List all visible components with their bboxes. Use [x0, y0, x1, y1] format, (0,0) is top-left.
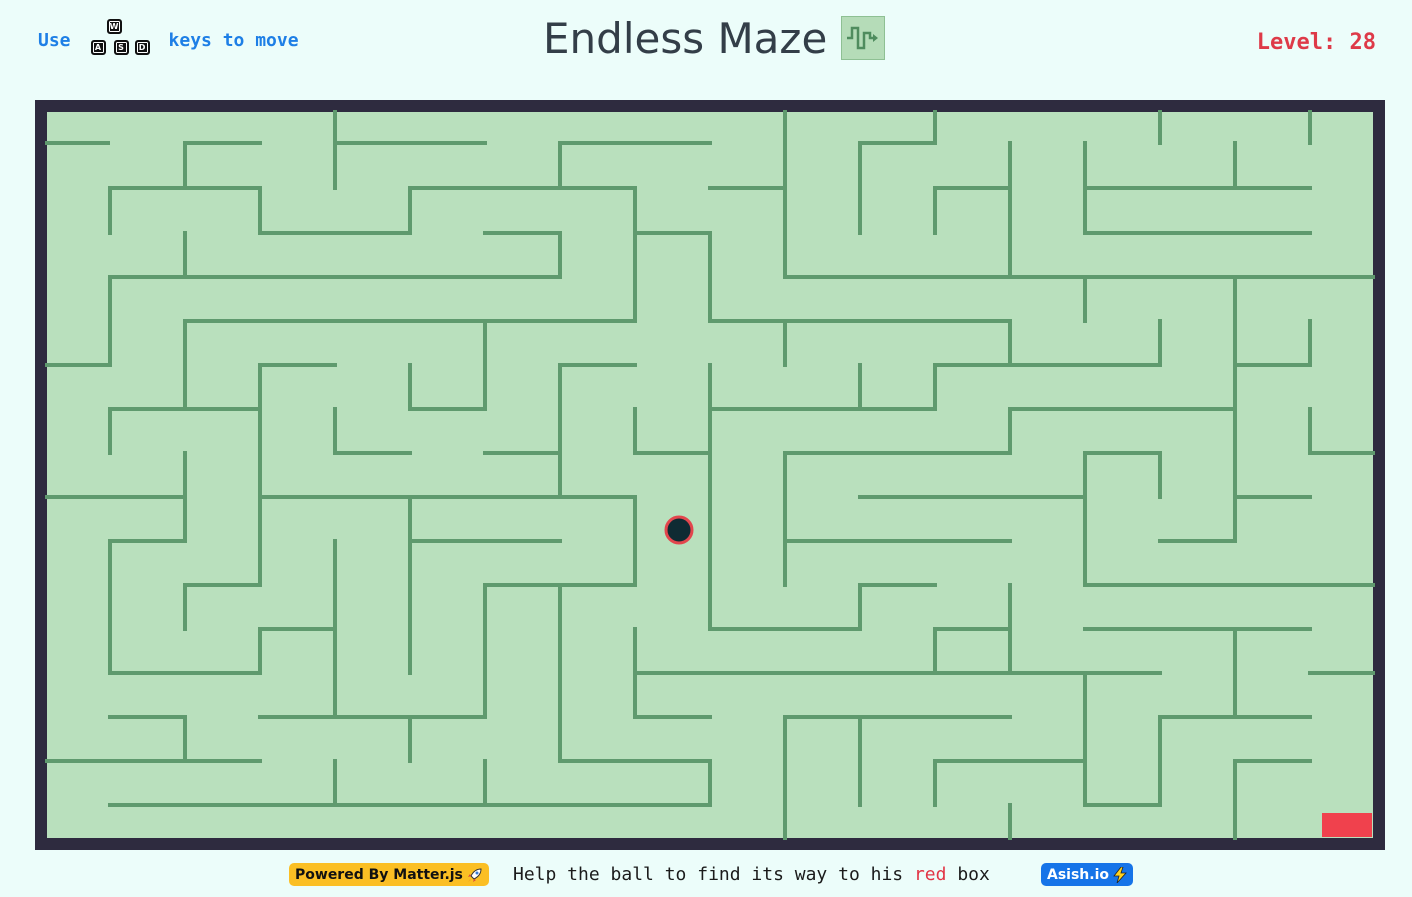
- lightning-icon: [1113, 866, 1127, 883]
- page-title: Endless Maze: [543, 13, 828, 63]
- maze-board[interactable]: [35, 100, 1385, 850]
- wasd-keys-icon: W A S D: [89, 18, 153, 62]
- page-title-group: Endless Maze: [543, 12, 886, 64]
- level-indicator: Level: 28: [1256, 30, 1376, 55]
- rocket-icon: [467, 867, 483, 883]
- controls-hint: Use W A S D keys to move: [38, 18, 299, 62]
- goal-box: [1322, 813, 1372, 837]
- help-text: Help the ball to find its way to his red…: [513, 863, 990, 886]
- key-a: A: [90, 40, 106, 55]
- controls-hint-suffix: keys to move: [168, 29, 299, 51]
- author-badge[interactable]: Asish.io: [1041, 863, 1134, 886]
- key-s: S: [113, 40, 129, 55]
- help-text-red-word: red: [913, 864, 947, 885]
- maze-path-icon: [841, 16, 886, 60]
- powered-by-label: Powered By Matter.js: [295, 866, 463, 883]
- author-label: Asish.io: [1047, 866, 1110, 883]
- help-text-part1: Help the ball to find its way to his: [513, 864, 914, 885]
- controls-hint-prefix: Use: [38, 29, 71, 51]
- key-d: D: [134, 40, 150, 55]
- help-text-part2: box: [946, 864, 990, 885]
- footer: Powered By Matter.js Help the ball to fi…: [0, 860, 1412, 890]
- player-ball[interactable]: [664, 515, 694, 545]
- powered-by-badge[interactable]: Powered By Matter.js: [289, 863, 489, 886]
- key-w: W: [106, 19, 122, 34]
